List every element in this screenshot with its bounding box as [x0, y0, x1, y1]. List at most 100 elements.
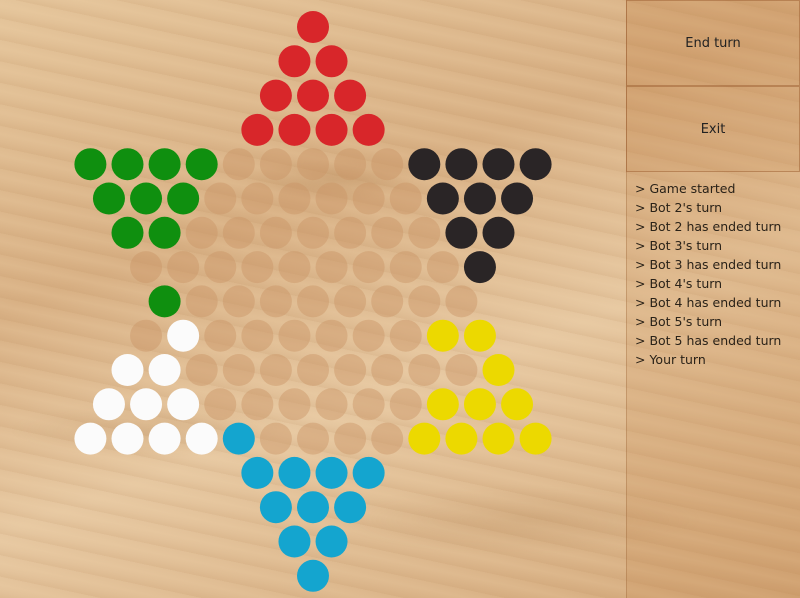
green-piece[interactable] [130, 182, 163, 215]
board-hole[interactable] [204, 319, 237, 352]
board-hole[interactable] [371, 148, 404, 181]
board-hole[interactable] [334, 285, 367, 318]
white-piece[interactable] [74, 422, 107, 455]
white-piece[interactable] [111, 422, 144, 455]
red-piece[interactable] [241, 113, 274, 146]
green-piece[interactable] [111, 148, 144, 181]
red-piece[interactable] [315, 45, 348, 78]
green-piece[interactable] [167, 182, 200, 215]
green-piece[interactable] [92, 182, 125, 215]
yellow-piece[interactable] [463, 319, 496, 352]
board-hole[interactable] [259, 216, 292, 249]
white-piece[interactable] [130, 388, 163, 421]
blue-piece[interactable] [241, 456, 274, 489]
board-hole[interactable] [389, 388, 422, 421]
black-piece[interactable] [482, 148, 515, 181]
board-hole[interactable] [259, 354, 292, 386]
board-hole[interactable] [241, 182, 274, 215]
board-hole[interactable] [408, 354, 441, 386]
yellow-piece[interactable] [501, 388, 534, 421]
board-hole[interactable] [445, 285, 478, 318]
board-hole[interactable] [278, 251, 311, 284]
board-hole[interactable] [241, 319, 274, 352]
red-piece[interactable] [278, 45, 311, 78]
white-piece[interactable] [92, 388, 125, 421]
white-piece[interactable] [148, 422, 181, 455]
board-hole[interactable] [389, 251, 422, 284]
board-hole[interactable] [297, 422, 329, 455]
blue-piece[interactable] [352, 456, 385, 489]
board-hole[interactable] [334, 148, 367, 181]
green-piece[interactable] [185, 148, 218, 181]
red-piece[interactable] [259, 79, 292, 112]
board-hole[interactable] [259, 148, 292, 181]
board-hole[interactable] [334, 354, 367, 386]
board-hole[interactable] [371, 216, 404, 249]
black-piece[interactable] [445, 148, 478, 181]
blue-piece[interactable] [297, 491, 329, 524]
red-piece[interactable] [334, 79, 367, 112]
white-piece[interactable] [148, 354, 181, 386]
red-piece[interactable] [297, 79, 329, 112]
board-canvas[interactable] [0, 0, 626, 598]
black-piece[interactable] [482, 216, 515, 249]
board-hole[interactable] [222, 216, 255, 249]
board-hole[interactable] [185, 216, 218, 249]
black-piece[interactable] [501, 182, 534, 215]
board-hole[interactable] [259, 422, 292, 455]
end-turn-button[interactable]: End turn [626, 0, 800, 86]
yellow-piece[interactable] [482, 354, 515, 386]
blue-piece[interactable] [222, 422, 255, 455]
board-hole[interactable] [352, 388, 385, 421]
red-piece[interactable] [352, 113, 385, 146]
board-hole[interactable] [352, 182, 385, 215]
board-hole[interactable] [222, 354, 255, 386]
blue-piece[interactable] [278, 456, 311, 489]
board-hole[interactable] [278, 388, 311, 421]
board-hole[interactable] [204, 388, 237, 421]
yellow-piece[interactable] [482, 422, 515, 455]
board-hole[interactable] [241, 388, 274, 421]
board-hole[interactable] [204, 182, 237, 215]
board-hole[interactable] [334, 216, 367, 249]
white-piece[interactable] [167, 388, 200, 421]
blue-piece[interactable] [259, 491, 292, 524]
board-hole[interactable] [185, 354, 218, 386]
board-hole[interactable] [445, 354, 478, 386]
yellow-piece[interactable] [445, 422, 478, 455]
board-hole[interactable] [352, 251, 385, 284]
black-piece[interactable] [426, 182, 459, 215]
yellow-piece[interactable] [519, 422, 552, 455]
board-hole[interactable] [315, 388, 348, 421]
white-piece[interactable] [185, 422, 218, 455]
board-hole[interactable] [130, 251, 163, 284]
board-hole[interactable] [371, 354, 404, 386]
board-hole[interactable] [297, 354, 329, 386]
board-hole[interactable] [315, 182, 348, 215]
board-hole[interactable] [371, 422, 404, 455]
board-hole[interactable] [185, 285, 218, 318]
red-piece[interactable] [315, 113, 348, 146]
green-piece[interactable] [74, 148, 107, 181]
board-hole[interactable] [204, 251, 237, 284]
board-hole[interactable] [259, 285, 292, 318]
blue-piece[interactable] [297, 559, 329, 592]
yellow-piece[interactable] [426, 388, 459, 421]
blue-piece[interactable] [315, 525, 348, 558]
green-piece[interactable] [148, 216, 181, 249]
board-hole[interactable] [408, 285, 441, 318]
black-piece[interactable] [445, 216, 478, 249]
board-hole[interactable] [315, 319, 348, 352]
board-hole[interactable] [389, 319, 422, 352]
board-hole[interactable] [408, 216, 441, 249]
board-hole[interactable] [130, 319, 163, 352]
red-piece[interactable] [278, 113, 311, 146]
yellow-piece[interactable] [426, 319, 459, 352]
green-piece[interactable] [148, 148, 181, 181]
board-hole[interactable] [297, 285, 329, 318]
board-hole[interactable] [167, 251, 200, 284]
board-hole[interactable] [426, 251, 459, 284]
board-hole[interactable] [222, 285, 255, 318]
board-hole[interactable] [297, 216, 329, 249]
game-board[interactable] [0, 0, 626, 598]
